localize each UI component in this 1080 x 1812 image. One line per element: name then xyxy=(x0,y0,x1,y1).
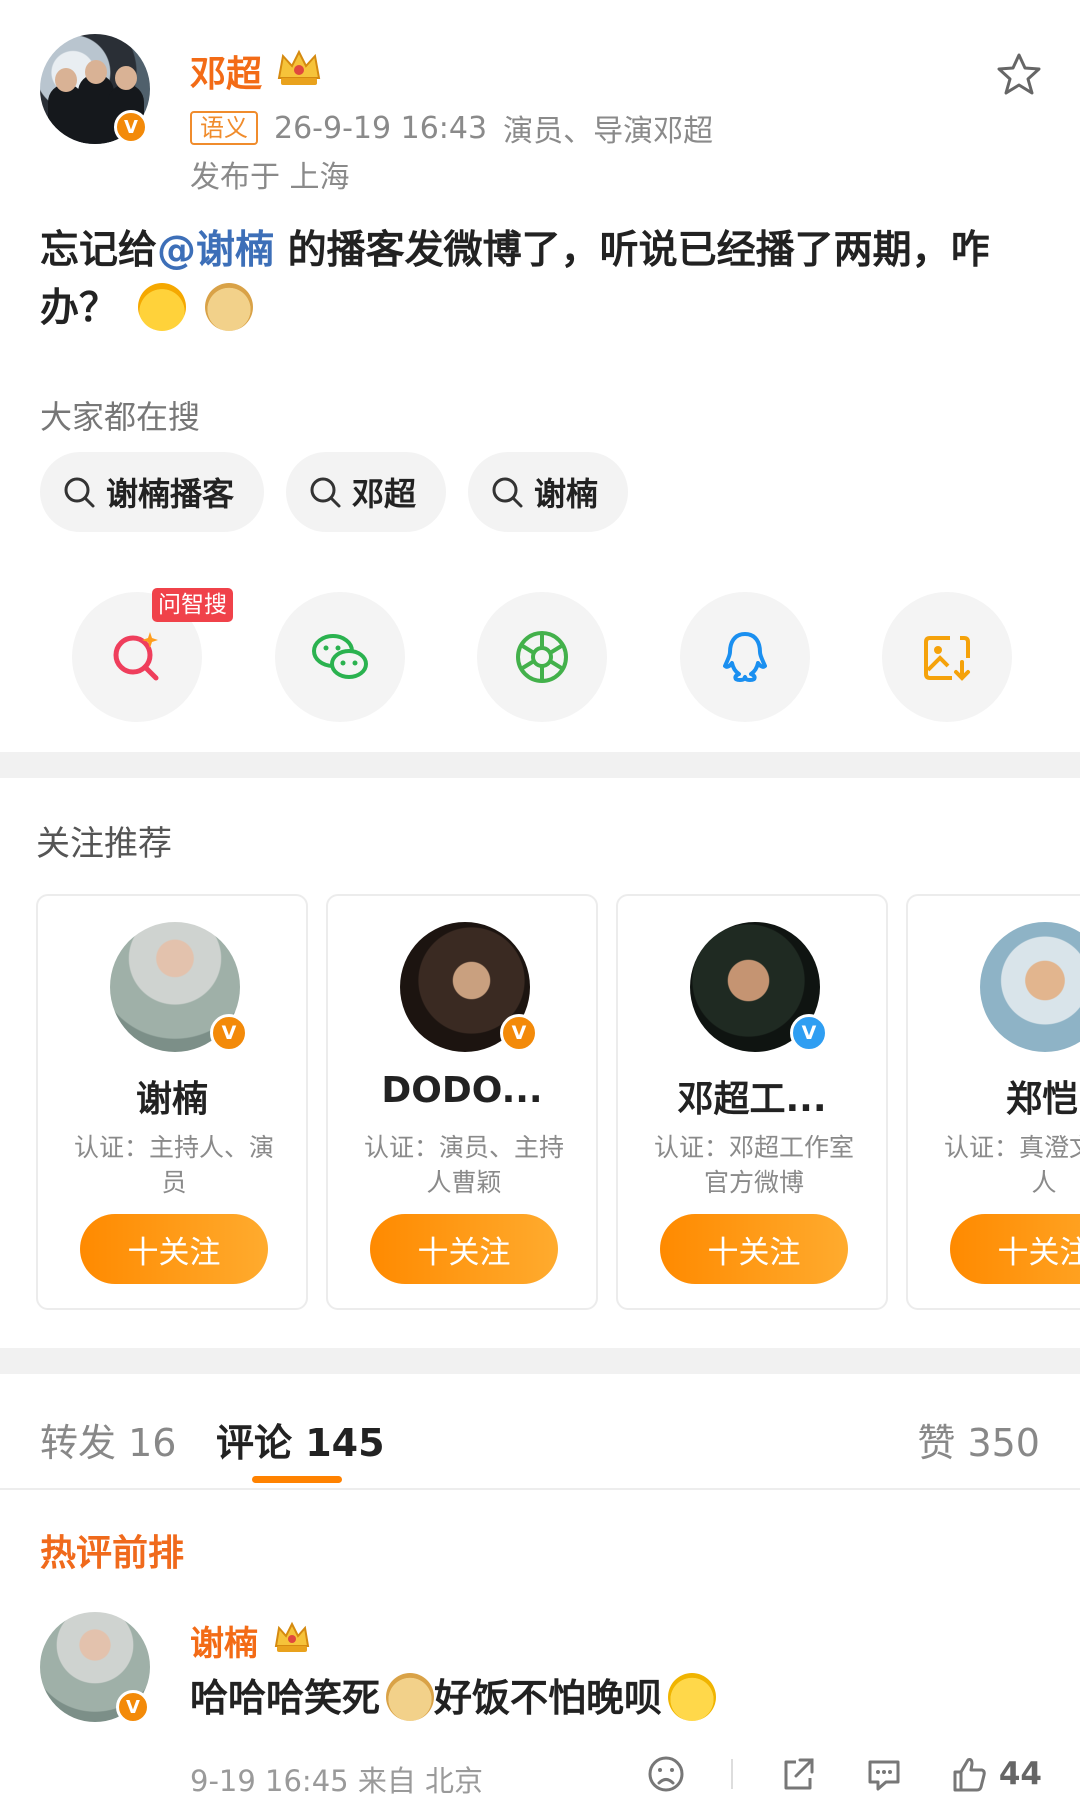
section-divider xyxy=(0,752,1080,778)
follow-button[interactable]: 十关注 xyxy=(370,1214,558,1284)
comment-meta: 9-19 16:45 来自 北京 xyxy=(190,1764,484,1798)
wechat-share-button[interactable] xyxy=(274,592,405,722)
share-icon[interactable] xyxy=(778,1754,818,1794)
ai-search-icon xyxy=(113,632,159,681)
trending-search-title: 大家都在搜 xyxy=(40,398,201,436)
verified-icon: V xyxy=(210,1014,248,1052)
post-tabs: 转发 16 评论 145 赞 350 xyxy=(0,1378,1080,1490)
tab-comment[interactable]: 评论 145 xyxy=(216,1412,385,1467)
crown-icon xyxy=(277,49,321,85)
mention-link[interactable]: @谢楠 xyxy=(157,228,274,273)
doge-emoji-icon xyxy=(386,1673,435,1721)
star-icon[interactable] xyxy=(994,50,1044,100)
comment-actions: 44 xyxy=(646,1750,1042,1798)
recommend-title: 关注推荐 xyxy=(36,824,172,864)
search-chip[interactable]: 邓超 xyxy=(286,452,447,532)
thumbs-up-icon xyxy=(953,1758,986,1792)
action-separator xyxy=(731,1759,734,1789)
recommend-card[interactable]: V DODO... 认证：演员、主持人曹颖 十关注 xyxy=(326,894,598,1310)
recommend-name[interactable]: 谢楠 xyxy=(38,1070,306,1122)
ask-badge: 问智搜 xyxy=(152,588,233,622)
thinking-emoji-icon xyxy=(668,1673,717,1721)
verified-icon: V xyxy=(116,1690,150,1724)
moments-icon xyxy=(516,631,568,683)
verified-icon: V xyxy=(114,110,148,144)
semantic-tag[interactable]: 语义 xyxy=(190,111,258,145)
qq-icon xyxy=(722,632,767,682)
recommend-desc: 认证：主持人、演员 xyxy=(73,1133,274,1197)
search-icon xyxy=(492,477,523,508)
comment-item: V 谢楠 哈哈哈笑死 好饭不怕晚呗 9-19 16:45 来自 北京 44 xyxy=(0,1600,1080,1812)
recommend-card[interactable]: V 谢楠 认证：主持人、演员 十关注 xyxy=(36,894,308,1310)
recommend-carousel[interactable]: V 谢楠 认证：主持人、演员 十关注 V DODO... 认证：演员、主持人曹颖… xyxy=(36,894,1080,1310)
dislike-face-icon[interactable] xyxy=(646,1754,686,1794)
save-image-button[interactable] xyxy=(882,592,1012,722)
qq-share-button[interactable] xyxy=(679,592,810,722)
section-divider xyxy=(0,1348,1080,1374)
tab-like[interactable]: 赞 350 xyxy=(917,1412,1040,1467)
doge-emoji-icon xyxy=(205,283,254,331)
recommend-desc: 认证：邓超工作室官方微博 xyxy=(653,1133,854,1197)
post-meta: 语义 26-9-19 16:43 演员、导演邓超 xyxy=(190,106,713,150)
recommend-desc: 认证：演员、主持人曹颖 xyxy=(363,1133,564,1197)
trending-search-chips: 谢楠播客 邓超 谢楠 xyxy=(40,452,629,532)
recommend-card[interactable]: V 邓超工... 认证：邓超工作室官方微博 十关注 xyxy=(616,894,888,1310)
recommend-card[interactable]: V 郑恺 认证：真澄文下艺人 十关注 xyxy=(906,894,1080,1310)
recommend-desc: 认证：真澄文下艺人 xyxy=(943,1133,1080,1197)
wechat-icon xyxy=(311,634,368,679)
follow-button[interactable]: 十关注 xyxy=(660,1214,848,1284)
tab-active-indicator xyxy=(252,1476,342,1483)
image-download-icon xyxy=(924,636,970,681)
recommend-name[interactable]: 郑恺 xyxy=(908,1070,1080,1122)
recommend-avatar[interactable] xyxy=(980,922,1080,1052)
post-location: 发布于 上海 xyxy=(190,160,350,195)
author-name[interactable]: 邓超 xyxy=(190,45,262,97)
crown-icon xyxy=(274,1621,310,1652)
post-text: 忘记给@谢楠 的播客发微博了，听说已经播了两期，咋办？ xyxy=(40,228,990,331)
search-icon xyxy=(64,477,95,508)
hot-comments-title: 热评前排 xyxy=(40,1533,185,1574)
verified-icon: V xyxy=(790,1014,828,1052)
share-row: 问智搜 xyxy=(72,588,1012,722)
commenter-name[interactable]: 谢楠 xyxy=(190,1616,258,1665)
search-icon xyxy=(310,477,341,508)
like-count: 44 xyxy=(998,1756,1042,1792)
verified-icon: V xyxy=(500,1014,538,1052)
post-time: 26-9-19 16:43 xyxy=(274,110,488,146)
follow-button[interactable]: 十关注 xyxy=(950,1214,1080,1284)
ask-search-button[interactable]: 问智搜 xyxy=(72,588,233,722)
like-control[interactable]: 44 xyxy=(949,1754,1042,1794)
laugh-cry-emoji-icon xyxy=(137,283,186,331)
comment-text: 哈哈哈笑死 好饭不怕晚呗 xyxy=(190,1670,717,1726)
recommend-name[interactable]: DODO... xyxy=(328,1070,596,1111)
comment-icon[interactable] xyxy=(864,1754,904,1794)
post-source: 演员、导演邓超 xyxy=(503,114,714,149)
moments-share-button[interactable] xyxy=(477,592,607,722)
search-chip[interactable]: 谢楠 xyxy=(468,452,629,532)
tab-repost[interactable]: 转发 16 xyxy=(40,1412,176,1467)
post-header: V 邓超 语义 26-9-19 16:43 演员、导演邓超 发布于 上海 xyxy=(0,0,1080,200)
search-chip[interactable]: 谢楠播客 xyxy=(40,452,265,532)
follow-button[interactable]: 十关注 xyxy=(80,1214,268,1284)
recommend-name[interactable]: 邓超工... xyxy=(618,1070,886,1122)
